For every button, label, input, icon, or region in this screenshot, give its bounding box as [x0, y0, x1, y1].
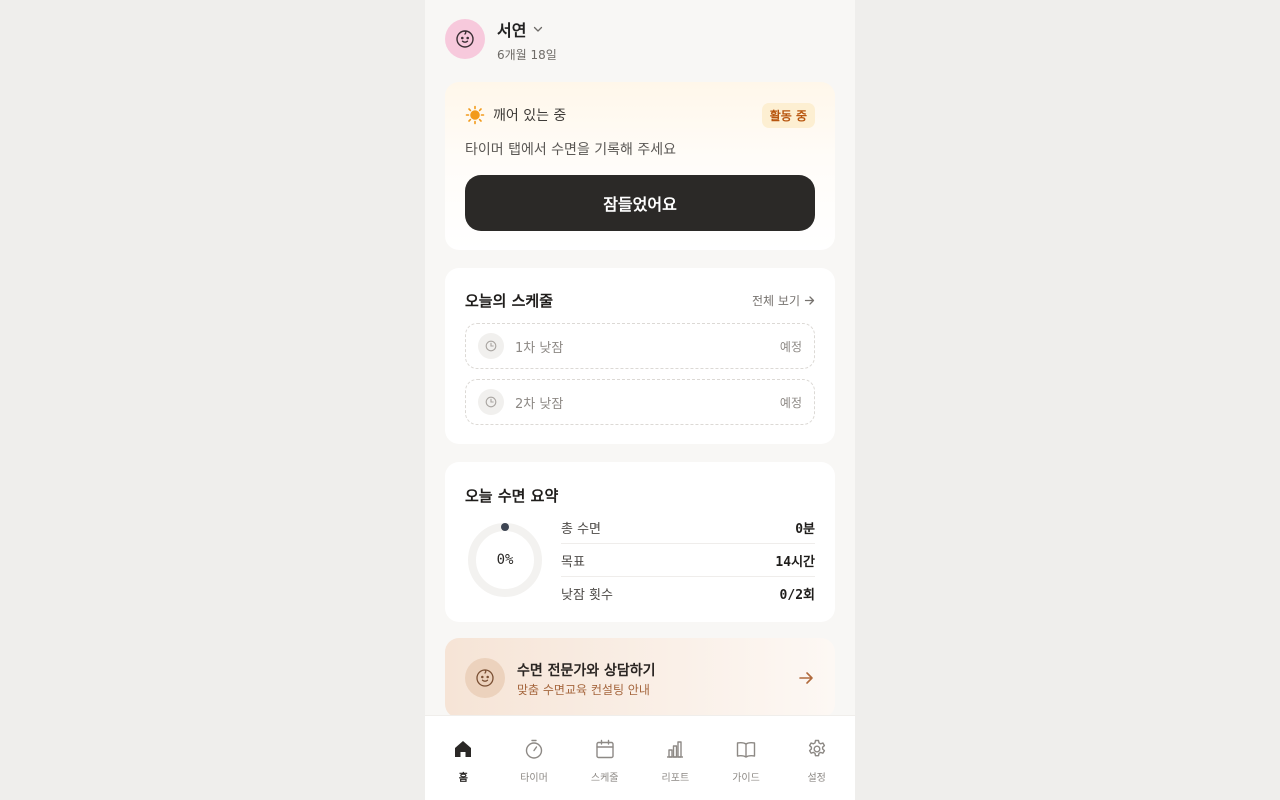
- nav-item-home[interactable]: 홈: [428, 716, 499, 800]
- schedule-item-status: 예정: [779, 339, 802, 354]
- nav-item-timer[interactable]: 타이머: [499, 716, 570, 800]
- status-badge: 활동 중: [761, 102, 815, 128]
- schedule-item-status: 예정: [779, 395, 802, 410]
- fell-asleep-button[interactable]: 잠들었어요: [465, 175, 815, 231]
- schedule-item-label: 1차 낮잠: [515, 340, 564, 356]
- avatar[interactable]: [445, 19, 485, 59]
- stat-row: 목표 14시간: [561, 544, 815, 577]
- baby-face-icon: [456, 30, 474, 48]
- status-text: 깨어 있는 중: [493, 108, 567, 124]
- baby-age: 6개월 18일: [497, 48, 557, 62]
- promo-title: 수면 전문가와 상담하기: [517, 663, 656, 679]
- schedule-title: 오늘의 스케줄: [465, 292, 554, 310]
- chart-icon: [663, 737, 687, 761]
- sleep-status-card: 깨어 있는 중 활동 중 타이머 탭에서 수면을 기록해 주세요 잠들었어요: [445, 82, 835, 250]
- nav-item-settings[interactable]: 설정: [781, 716, 852, 800]
- nav-item-report[interactable]: 리포트: [640, 716, 711, 800]
- schedule-card: 오늘의 스케줄 전체 보기 1차 낮잠 예정 2차 낮잠 예정: [445, 268, 835, 444]
- stat-row: 총 수면 0분: [561, 511, 815, 544]
- chevron-down-icon[interactable]: [532, 23, 544, 35]
- home-icon: [451, 737, 475, 761]
- stat-value: 0분: [795, 521, 815, 537]
- nav-item-schedule[interactable]: 스케줄: [569, 716, 640, 800]
- arrow-right-icon[interactable]: [797, 669, 815, 687]
- summary-title: 오늘 수면 요약: [465, 487, 559, 505]
- schedule-item[interactable]: 2차 낮잠 예정: [465, 379, 815, 425]
- nav-label: 타이머: [520, 773, 548, 784]
- calendar-icon: [593, 737, 617, 761]
- nav-label: 설정: [807, 773, 826, 784]
- nav-item-guide[interactable]: 가이드: [711, 716, 782, 800]
- consultation-banner[interactable]: 수면 전문가와 상담하기 맞춤 수면교육 컨설팅 안내: [445, 638, 835, 718]
- status-hint: 타이머 탭에서 수면을 기록해 주세요: [465, 142, 676, 158]
- baby-face-icon: [465, 658, 505, 698]
- see-all-label: 전체 보기: [752, 294, 800, 308]
- profile-header: 서연 6개월 18일: [445, 19, 557, 63]
- stat-label: 낮잠 횟수: [561, 588, 613, 603]
- nav-label: 리포트: [661, 773, 690, 784]
- timer-icon: [522, 737, 546, 761]
- stat-value: 14시간: [775, 554, 815, 570]
- schedule-item[interactable]: 1차 낮잠 예정: [465, 323, 815, 369]
- app-screen: 서연 6개월 18일 깨어 있는 중 활동 중 타이머 탭에서 수면을 기록해 …: [425, 0, 855, 800]
- sun-icon: [465, 105, 485, 125]
- nav-label: 홈: [458, 773, 468, 784]
- clock-icon: [478, 333, 504, 359]
- clock-icon: [478, 389, 504, 415]
- stat-row: 낮잠 횟수 0/2회: [561, 577, 815, 610]
- stat-label: 목표: [561, 554, 585, 570]
- gear-icon: [805, 737, 829, 761]
- progress-label: 0%: [496, 552, 514, 568]
- nav-label: 스케줄: [590, 773, 619, 784]
- bottom-nav: 홈 타이머 스케줄 리포트 가이드 설정: [425, 716, 855, 800]
- schedule-item-label: 2차 낮잠: [515, 396, 564, 412]
- baby-name[interactable]: 서연: [497, 17, 526, 41]
- stat-label: 총 수면: [561, 521, 602, 537]
- promo-subtitle: 맞춤 수면교육 컨설팅 안내: [517, 683, 650, 697]
- arrow-right-icon: [804, 295, 815, 306]
- nav-label: 가이드: [732, 773, 760, 784]
- stat-value: 0/2회: [779, 588, 815, 603]
- summary-stats: 총 수면 0분 목표 14시간 낮잠 횟수 0/2회: [561, 511, 815, 610]
- book-icon: [734, 737, 758, 761]
- sleep-summary-card: 오늘 수면 요약 0% 총 수면 0분 목표 14시간 낮잠 횟수 0/2회: [445, 462, 835, 622]
- see-all-link[interactable]: 전체 보기: [752, 292, 815, 309]
